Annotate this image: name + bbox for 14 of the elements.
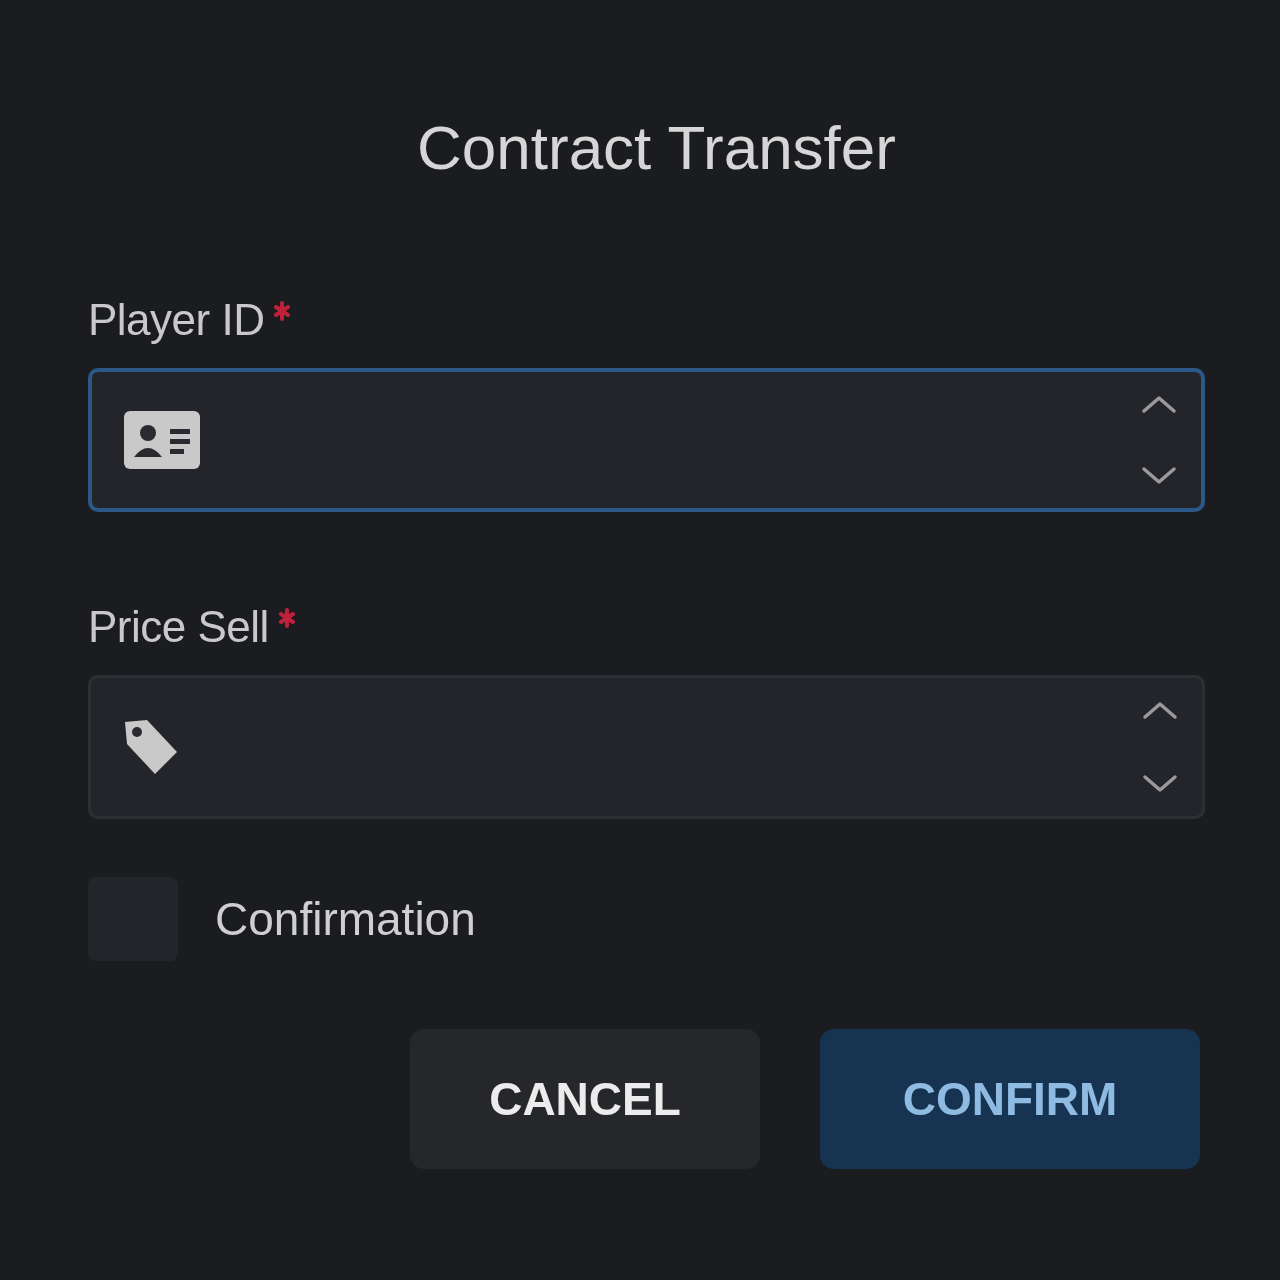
cancel-button[interactable]: CANCEL: [410, 1029, 760, 1169]
field-label: Player ID: [88, 294, 265, 346]
chevron-up-icon[interactable]: [1142, 700, 1178, 720]
id-card-icon: [124, 411, 200, 469]
field-label: Price Sell: [88, 601, 269, 653]
tag-icon: [123, 718, 179, 776]
chevron-down-icon[interactable]: [1141, 466, 1177, 486]
chevron-down-icon[interactable]: [1142, 774, 1178, 794]
dialog-title: Contract Transfer: [416, 112, 897, 184]
number-input-field[interactable]: [88, 675, 1205, 819]
chevron-up-icon[interactable]: [1141, 394, 1177, 414]
number-input-field[interactable]: [88, 368, 1205, 512]
checkbox-label: Confirmation: [215, 892, 476, 947]
confirm-button[interactable]: CONFIRM: [820, 1029, 1200, 1169]
